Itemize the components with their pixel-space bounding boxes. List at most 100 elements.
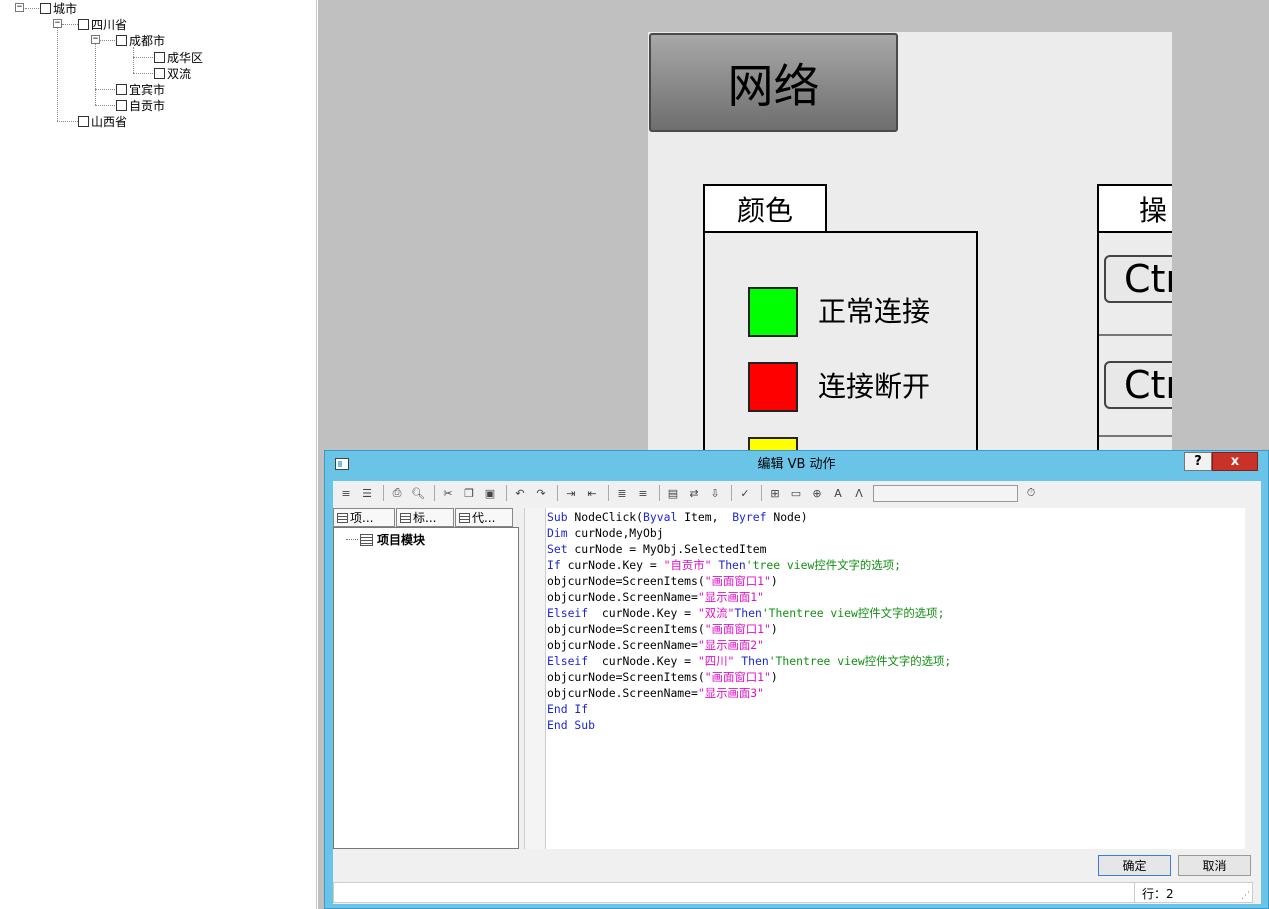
checkbox[interactable] [116,99,127,111]
format-icon[interactable]: ☰ [358,485,376,501]
tree-node-label: 山西省 [91,114,128,129]
code-line[interactable]: objcurNode=ScreenItems("画面窗口1") [547,621,1245,637]
checkbox[interactable] [40,2,51,14]
code-line[interactable]: Set curNode = MyObj.SelectedItem [547,541,1245,557]
tree-node-shuangliu[interactable]: 双流 [154,66,192,81]
code-line[interactable]: Sub NodeClick(Byval Item, Byref Node) [547,509,1245,525]
checkbox[interactable] [116,83,127,95]
ctrl-button[interactable]: Ctr [1104,361,1172,409]
collapse-icon[interactable]: − [15,3,24,12]
new-folder-icon[interactable]: ⊕ [808,485,826,501]
code-token: Elseif [547,654,589,668]
comment-icon[interactable]: ≣ [613,485,631,501]
tree-node-city[interactable]: 城市 [40,1,77,16]
text-icon[interactable]: Λ [850,485,868,501]
legend-label: 连接断开 [818,370,931,403]
code-token: Then [734,606,762,620]
tree-node-shanxi[interactable]: 山西省 [78,114,128,129]
find-icon[interactable]: ▤ [664,485,682,501]
operation-tab[interactable]: 操 [1097,184,1172,232]
tree-node-label: 双流 [167,66,192,81]
checkbox[interactable] [154,67,165,79]
edit-vb-action-dialog: 编辑 VB 动作 ? x ≡ ☰ ⎙ 🔍︎ ✂ ❐ ▣ ↶ ↷ ⇥ ⇤ ≣ ≡ … [324,450,1269,909]
paste-icon[interactable]: ▣ [481,485,499,501]
collapse-icon[interactable]: − [53,19,62,28]
redo-icon[interactable]: ↷ [532,485,550,501]
tab-tags[interactable]: 标... [396,508,454,527]
cancel-button[interactable]: 取消 [1178,855,1251,876]
copy-icon[interactable]: ❐ [460,485,478,501]
checkbox[interactable] [154,51,165,63]
checkbox[interactable] [78,18,89,30]
tree-node-zigong[interactable]: 自贡市 [116,98,165,113]
code-line[interactable]: If curNode.Key = "自贡市" Then'tree view控件文… [547,557,1245,573]
code-line[interactable]: objcurNode.ScreenName="显示画面1" [547,589,1245,605]
cut-icon[interactable]: ✂ [439,485,457,501]
collapse-icon[interactable]: − [91,35,100,44]
tree-view[interactable]: − − − 城市 四川省 成都市 成华区 双流 宜宾市 自贡市 山西省 [0,0,317,909]
checkbox[interactable] [78,115,89,127]
code-line[interactable]: Dim curNode,MyObj [547,525,1245,541]
code-token: Byval [643,510,678,524]
code-token: curNode.Key = [588,654,698,668]
outdent-icon[interactable]: ⇤ [583,485,601,501]
code-line[interactable]: End Sub [547,717,1245,733]
font-icon[interactable]: A [829,485,847,501]
tab-code[interactable]: 代... [455,508,513,527]
ok-button[interactable]: 确定 [1098,855,1171,876]
tree-node-label: 成华区 [167,50,204,65]
code-token: curNode.Key = [560,558,664,572]
tree-node-chenghua[interactable]: 成华区 [154,50,204,65]
resize-grip-icon[interactable]: ⋰ [1241,891,1250,901]
code-token: objcurNode.ScreenName= [547,686,698,700]
code-token: 'Thentree view控件文字的选项; [761,606,945,620]
project-tree[interactable]: 项目模块 [333,527,519,849]
uncomment-icon[interactable]: ≡ [634,485,652,501]
tree-node-chengdu[interactable]: 成都市 [116,33,165,48]
code-line[interactable]: objcurNode.ScreenName="显示画面3" [547,685,1245,701]
print-icon[interactable]: ⎙ [388,485,406,501]
code-line[interactable]: objcurNode=ScreenItems("画面窗口1") [547,573,1245,589]
code-line[interactable]: Elseif curNode.Key = "四川" Then'Thentree … [547,653,1245,669]
goto-icon[interactable]: ⇩ [706,485,724,501]
code-token: Item, [677,510,733,524]
tree-node-label: 四川省 [91,17,128,32]
dialog-client-area: ≡ ☰ ⎙ 🔍︎ ✂ ❐ ▣ ↶ ↷ ⇥ ⇤ ≣ ≡ ▤ ⇄ ⇩ ✓ ⊞ ▭ ⊕… [333,481,1261,904]
help-button[interactable]: ? [1184,452,1212,471]
tab-icon [400,512,411,523]
toolbar-combo[interactable] [873,484,1018,502]
code-line[interactable]: Elseif curNode.Key = "双流"Then'Thentree v… [547,605,1245,621]
code-line[interactable]: objcurNode=ScreenItems("画面窗口1") [547,669,1245,685]
undo-icon[interactable]: ↶ [511,485,529,501]
project-module-item[interactable]: 项目模块 [360,531,425,548]
close-button[interactable]: x [1212,452,1258,471]
navigator-tabs: 项... 标... 代... [333,508,515,528]
code-line[interactable]: objcurNode.ScreenName="显示画面2" [547,637,1245,653]
ctrl-button[interactable]: Ctr [1104,255,1172,303]
folder-icon[interactable]: ▭ [787,485,805,501]
syntax-check-icon[interactable]: ✓ [736,485,754,501]
tag-icon[interactable]: ⊞ [766,485,784,501]
tab-project[interactable]: 项... [333,508,395,527]
code-token: Set [547,542,568,556]
operation-panel: Ctr Ctr [1097,231,1172,452]
code-token: ) [770,574,778,588]
code-editor[interactable]: Sub NodeClick(Byval Item, Byref Node) Dim… [546,508,1245,849]
indent-icon[interactable]: ⇥ [562,485,580,501]
dialog-title: 编辑 VB 动作 [757,457,836,472]
code-token: curNode = MyObj.SelectedItem [567,542,767,556]
code-token: objcurNode=ScreenItems( [547,670,705,684]
network-button[interactable]: 网络 [649,33,898,132]
clock-icon[interactable]: ⏱ [1022,485,1040,501]
print-preview-icon[interactable]: 🔍︎ [409,485,427,501]
title-bar[interactable]: 编辑 VB 动作 ? x [325,451,1268,479]
window-icon[interactable] [335,458,349,470]
tree-node-yibin[interactable]: 宜宾市 [116,82,165,97]
checkbox[interactable] [116,34,127,46]
legend-swatch-red [748,362,798,412]
replace-icon[interactable]: ⇄ [685,485,703,501]
code-line[interactable]: End If [547,701,1245,717]
code-token: Sub [547,510,568,524]
color-tab[interactable]: 颜色 [703,184,827,232]
tree-node-sichuan[interactable]: 四川省 [78,17,128,32]
